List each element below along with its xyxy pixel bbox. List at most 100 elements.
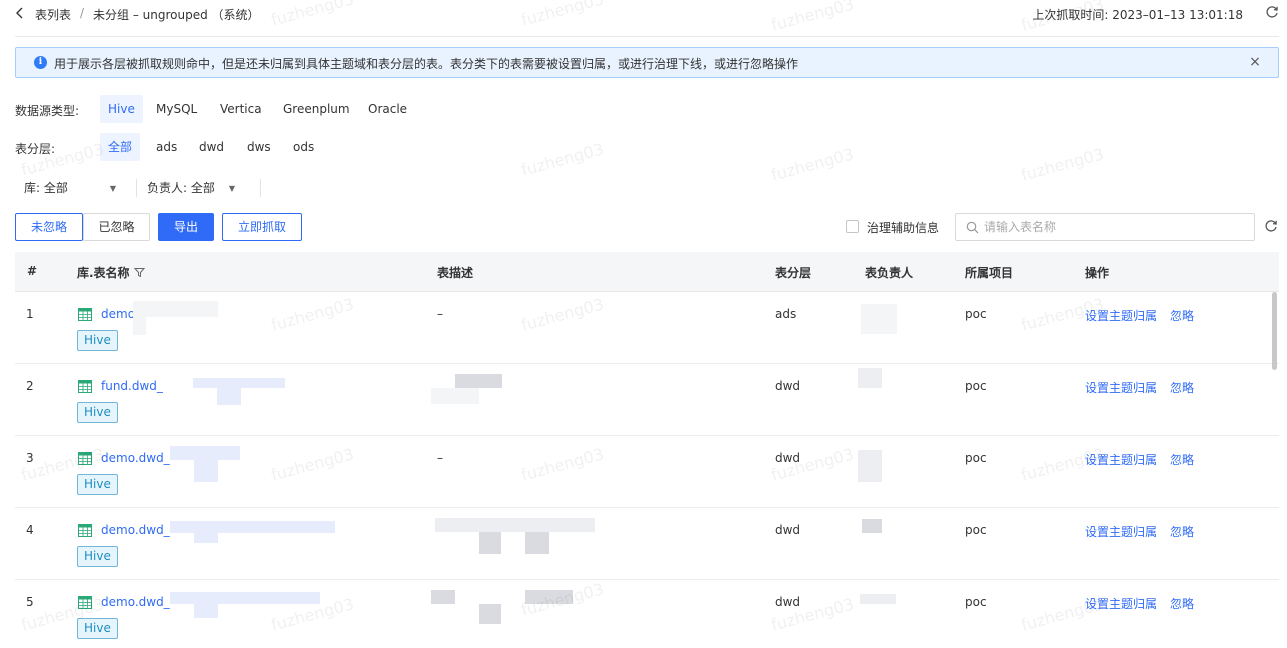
top-bar: 表列表 / 未分组 – ungrouped （系统） 上次抓取时间: 2023–… — [0, 0, 1287, 28]
table-project: poc — [965, 523, 987, 537]
vertical-scrollbar[interactable] — [1272, 292, 1277, 370]
table-layer: dwd — [775, 523, 801, 537]
watermark: fuzheng03 — [1018, 144, 1106, 185]
table-name-link[interactable]: demo.dwd_ — [101, 451, 170, 465]
row-index: 2 — [26, 379, 34, 393]
table-layer: dwd — [775, 451, 801, 465]
redacted-block — [133, 301, 218, 317]
redacted-desc — [479, 604, 501, 624]
table-name-link[interactable]: demo — [101, 307, 135, 321]
filter-icon[interactable] — [133, 267, 145, 278]
table-project: poc — [965, 379, 987, 393]
layer-option-ads[interactable]: ads — [148, 133, 185, 161]
ignore-button[interactable]: 忽略 — [1170, 595, 1194, 612]
ignore-button[interactable]: 忽略 — [1170, 379, 1194, 396]
caret-down-icon: ▼ — [228, 184, 236, 193]
table-layer: ads — [775, 307, 797, 321]
column-header-name: 库.表名称 — [77, 264, 145, 281]
hive-tag: Hive — [77, 474, 118, 495]
divider — [260, 179, 261, 197]
table-row: 3 demo.dwd_ Hive – dwd poc 设置主题归属 忽略 — [15, 436, 1279, 508]
table-icon — [78, 308, 92, 321]
search-box — [955, 213, 1255, 241]
column-header-index: # — [27, 264, 38, 278]
redacted-owner — [861, 304, 897, 334]
table-project: poc — [965, 307, 987, 321]
watermark: fuzheng03 — [518, 139, 606, 180]
redacted-desc — [431, 388, 479, 404]
redacted-owner — [862, 519, 882, 533]
redacted-block — [170, 446, 240, 460]
search-input[interactable] — [984, 214, 1244, 240]
owner-select[interactable]: 负责人: 全部 ▼ — [147, 176, 235, 200]
ignore-button[interactable]: 忽略 — [1170, 451, 1194, 468]
datasource-option-mysql[interactable]: MySQL — [148, 95, 205, 123]
close-icon[interactable]: × — [1248, 55, 1262, 69]
layer-option-ods[interactable]: ods — [285, 133, 322, 161]
row-index: 3 — [26, 451, 34, 465]
redacted-owner — [858, 368, 882, 388]
set-topic-button[interactable]: 设置主题归属 — [1085, 379, 1157, 396]
refresh-icon[interactable] — [1265, 5, 1281, 21]
datasource-option-oracle[interactable]: Oracle — [360, 95, 415, 123]
chevron-left-icon[interactable] — [15, 6, 27, 20]
info-alert: i 用于展示各层被抓取规则命中，但是还未归属到具体主题域和表分层的表。表分类下的… — [15, 47, 1279, 78]
set-topic-button[interactable]: 设置主题归属 — [1085, 307, 1157, 324]
ignore-button[interactable]: 忽略 — [1170, 307, 1194, 324]
fetch-now-button[interactable]: 立即抓取 — [222, 213, 302, 241]
layer-option-dwd[interactable]: dwd — [191, 133, 232, 161]
ignored-button[interactable]: 已忽略 — [83, 213, 150, 241]
table-project: poc — [965, 451, 987, 465]
redacted-block — [170, 592, 320, 604]
governance-info-checkbox[interactable] — [846, 220, 859, 233]
layer-option-dws[interactable]: dws — [239, 133, 279, 161]
table-layer: dwd — [775, 595, 801, 609]
hive-tag: Hive — [77, 618, 118, 639]
divider — [136, 179, 137, 197]
governance-info-label: 治理辅助信息 — [867, 221, 940, 235]
redacted-block — [194, 533, 218, 543]
table-icon — [78, 380, 92, 393]
layer-option-all[interactable]: 全部 — [100, 133, 141, 161]
set-topic-button[interactable]: 设置主题归属 — [1085, 595, 1157, 612]
datasource-option-hive[interactable]: Hive — [100, 95, 143, 123]
redacted-desc — [479, 532, 501, 554]
set-topic-button[interactable]: 设置主题归属 — [1085, 523, 1157, 540]
ignore-button[interactable]: 忽略 — [1170, 523, 1194, 540]
table-name-link[interactable]: demo.dwd_ — [101, 595, 170, 609]
row-index: 5 — [26, 595, 34, 609]
breadcrumb-current: 未分组 – ungrouped （系统） — [93, 8, 260, 22]
db-select[interactable]: 库: 全部 ▼ — [24, 176, 116, 200]
datasource-option-greenplum[interactable]: Greenplum — [275, 95, 358, 123]
redacted-block — [194, 460, 218, 482]
divider — [15, 36, 1279, 37]
set-topic-button[interactable]: 设置主题归属 — [1085, 451, 1157, 468]
table-header: # 库.表名称 表描述 表分层 表负责人 所属项目 操作 — [15, 252, 1279, 292]
refresh-icon[interactable] — [1264, 219, 1278, 233]
breadcrumb-parent[interactable]: 表列表 — [35, 6, 71, 23]
table-project: poc — [965, 595, 987, 609]
export-button[interactable]: 导出 — [158, 213, 214, 241]
owner-select-value: 负责人: 全部 — [147, 181, 215, 195]
not-ignored-button[interactable]: 未忽略 — [15, 213, 83, 241]
datasource-label: 数据源类型: — [15, 104, 80, 118]
table-desc: – — [437, 451, 443, 465]
table-row: 2 fund.dwd_ Hive dwd poc 设置主题归属 忽略 — [15, 364, 1279, 436]
table-name-link[interactable]: fund.dwd_ — [101, 379, 163, 393]
column-header-layer: 表分层 — [775, 266, 812, 280]
column-header-project: 所属项目 — [965, 266, 1014, 280]
column-header-desc: 表描述 — [437, 266, 474, 280]
redacted-block — [217, 388, 241, 405]
datasource-option-vertica[interactable]: Vertica — [212, 95, 270, 123]
db-select-value: 库: 全部 — [24, 181, 68, 195]
hive-tag: Hive — [77, 546, 118, 567]
last-fetch-time: 上次抓取时间: 2023–01–13 13:01:18 — [1032, 8, 1243, 22]
redacted-owner — [860, 594, 896, 604]
column-header-owner: 表负责人 — [865, 266, 914, 280]
table-name-link[interactable]: demo.dwd_ — [101, 523, 170, 537]
redacted-desc — [525, 532, 549, 554]
table-row: 1 demo Hive – ads poc 设置主题归属 忽略 — [15, 292, 1279, 364]
table-icon — [78, 524, 92, 537]
watermark: fuzheng03 — [768, 144, 856, 185]
search-icon — [966, 221, 979, 234]
